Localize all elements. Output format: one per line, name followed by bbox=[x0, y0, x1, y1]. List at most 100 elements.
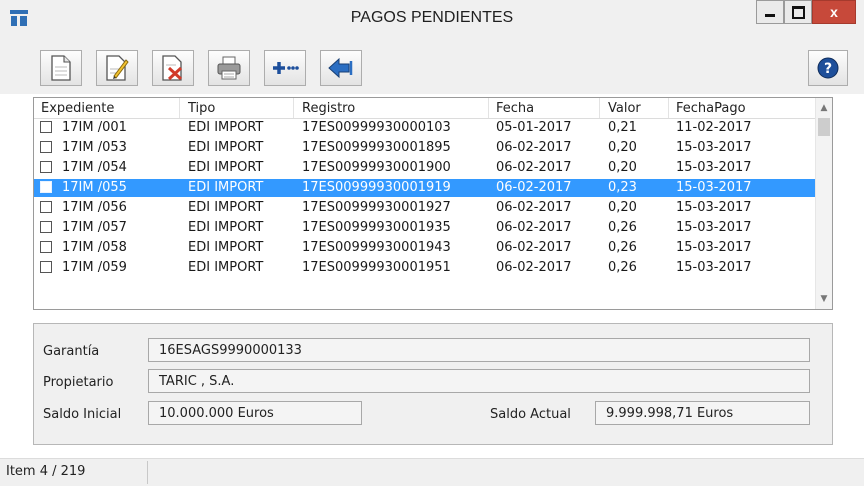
column-header-fechapago[interactable]: FechaPago bbox=[676, 101, 746, 116]
table-row[interactable]: 17IM /059 EDI IMPORT 17ES00999930001951 06-… bbox=[34, 259, 818, 277]
column-header-expediente[interactable]: Expediente bbox=[41, 101, 114, 116]
maximize-button[interactable] bbox=[784, 0, 812, 24]
window-title: PAGOS PENDIENTES bbox=[350, 9, 514, 26]
account-info-panel: Garantía 16ESAGS9990000133 Propietario T… bbox=[33, 323, 833, 445]
delete-document-icon bbox=[162, 55, 183, 81]
table-row[interactable]: 17IM /001 EDI IMPORT 17ES00999930000103 05-… bbox=[34, 119, 818, 137]
cell-valor: 0,20 bbox=[608, 140, 637, 155]
cell-fechapago: 15-03-2017 bbox=[676, 160, 752, 175]
cell-fechapago: 11-02-2017 bbox=[676, 120, 752, 135]
saldo-actual-field: 9.999.998,71 Euros bbox=[595, 401, 810, 425]
cell-registro: 17ES00999930001919 bbox=[302, 180, 451, 195]
garantia-field: 16ESAGS9990000133 bbox=[148, 338, 810, 362]
cell-fecha: 06-02-2017 bbox=[496, 220, 572, 235]
edit-button[interactable] bbox=[96, 50, 138, 86]
maximize-icon bbox=[791, 5, 805, 19]
row-checkbox[interactable] bbox=[40, 141, 52, 153]
cell-expediente: 17IM /054 bbox=[62, 160, 127, 175]
title-bar: PAGOS PENDIENTES x bbox=[0, 0, 864, 36]
more-options-icon bbox=[273, 62, 299, 74]
table-row[interactable]: 17IM /056 EDI IMPORT 17ES00999930001927 06-… bbox=[34, 199, 818, 217]
cell-fecha: 06-02-2017 bbox=[496, 200, 572, 215]
cell-tipo: EDI IMPORT bbox=[188, 200, 264, 215]
row-checkbox[interactable] bbox=[40, 161, 52, 173]
table-row[interactable]: 17IM /055 EDI IMPORT 17ES00999930001919 06-… bbox=[34, 179, 818, 197]
more-button[interactable] bbox=[264, 50, 306, 86]
scroll-up-icon[interactable]: ▲ bbox=[819, 103, 829, 113]
saldo-actual-label: Saldo Actual bbox=[490, 407, 571, 422]
cell-expediente: 17IM /057 bbox=[62, 220, 127, 235]
garantia-label: Garantía bbox=[43, 344, 100, 359]
cell-fechapago: 15-03-2017 bbox=[676, 140, 752, 155]
cell-fecha: 06-02-2017 bbox=[496, 180, 572, 195]
cell-tipo: EDI IMPORT bbox=[188, 220, 264, 235]
cell-registro: 17ES00999930001935 bbox=[302, 220, 451, 235]
propietario-label: Propietario bbox=[43, 375, 114, 390]
cell-tipo: EDI IMPORT bbox=[188, 260, 264, 275]
cell-tipo: EDI IMPORT bbox=[188, 180, 264, 195]
cell-fecha: 06-02-2017 bbox=[496, 260, 572, 275]
column-header-valor[interactable]: Valor bbox=[608, 101, 641, 116]
cell-tipo: EDI IMPORT bbox=[188, 120, 264, 135]
row-checkbox[interactable] bbox=[40, 221, 52, 233]
exit-arrow-icon bbox=[328, 57, 353, 79]
new-button[interactable] bbox=[40, 50, 82, 86]
row-checkbox[interactable] bbox=[40, 261, 52, 273]
printer-icon bbox=[217, 56, 241, 80]
saldo-inicial-field: 10.000.000 Euros bbox=[148, 401, 362, 425]
row-checkbox[interactable] bbox=[40, 201, 52, 213]
cell-valor: 0,23 bbox=[608, 180, 637, 195]
cell-expediente: 17IM /058 bbox=[62, 240, 127, 255]
cell-registro: 17ES00999930001895 bbox=[302, 140, 451, 155]
cell-registro: 17ES00999930000103 bbox=[302, 120, 451, 135]
close-icon: x bbox=[830, 4, 838, 20]
cell-expediente: 17IM /053 bbox=[62, 140, 127, 155]
cell-fecha: 06-02-2017 bbox=[496, 240, 572, 255]
propietario-field: TARIC , S.A. bbox=[148, 369, 810, 393]
cell-fecha: 06-02-2017 bbox=[496, 160, 572, 175]
print-button[interactable] bbox=[208, 50, 250, 86]
saldo-inicial-label: Saldo Inicial bbox=[43, 407, 122, 422]
cell-valor: 0,20 bbox=[608, 200, 637, 215]
cell-expediente: 17IM /001 bbox=[62, 120, 127, 135]
record-position: Item 4 / 219 bbox=[6, 464, 86, 479]
payments-grid[interactable]: Expediente Tipo Registro Fecha Valor Fec… bbox=[33, 97, 833, 310]
close-button[interactable]: x bbox=[812, 0, 856, 24]
new-document-icon bbox=[51, 55, 71, 81]
cell-registro: 17ES00999930001900 bbox=[302, 160, 451, 175]
scroll-down-icon[interactable]: ▼ bbox=[819, 294, 829, 304]
help-button[interactable]: ? bbox=[808, 50, 848, 86]
cell-expediente: 17IM /055 bbox=[62, 180, 127, 195]
cell-valor: 0,26 bbox=[608, 220, 637, 235]
grid-header: Expediente Tipo Registro Fecha Valor Fec… bbox=[34, 98, 832, 119]
minimize-button[interactable] bbox=[756, 0, 784, 24]
row-checkbox[interactable] bbox=[40, 241, 52, 253]
column-header-tipo[interactable]: Tipo bbox=[188, 101, 215, 116]
minimize-icon bbox=[765, 13, 775, 17]
cell-expediente: 17IM /056 bbox=[62, 200, 127, 215]
table-row[interactable]: 17IM /054 EDI IMPORT 17ES00999930001900 06-… bbox=[34, 159, 818, 177]
cell-valor: 0,26 bbox=[608, 260, 637, 275]
cell-valor: 0,21 bbox=[608, 120, 637, 135]
cell-tipo: EDI IMPORT bbox=[188, 140, 264, 155]
scroll-thumb[interactable] bbox=[818, 118, 830, 136]
table-row[interactable]: 17IM /057 EDI IMPORT 17ES00999930001935 06-… bbox=[34, 219, 818, 237]
cell-fechapago: 15-03-2017 bbox=[676, 260, 752, 275]
table-row[interactable]: 17IM /053 EDI IMPORT 17ES00999930001895 06-… bbox=[34, 139, 818, 157]
vertical-scrollbar[interactable]: ▲ ▼ bbox=[815, 98, 832, 309]
cell-fechapago: 15-03-2017 bbox=[676, 180, 752, 195]
exit-button[interactable] bbox=[320, 50, 362, 86]
row-checkbox[interactable] bbox=[40, 121, 52, 133]
help-icon: ? bbox=[817, 57, 839, 79]
cell-registro: 17ES00999930001951 bbox=[302, 260, 451, 275]
column-header-registro[interactable]: Registro bbox=[302, 101, 355, 116]
column-header-fecha[interactable]: Fecha bbox=[496, 101, 534, 116]
table-row[interactable]: 17IM /058 EDI IMPORT 17ES00999930001943 06-… bbox=[34, 239, 818, 257]
cell-valor: 0,26 bbox=[608, 240, 637, 255]
row-checkbox[interactable] bbox=[40, 181, 52, 193]
cell-expediente: 17IM /059 bbox=[62, 260, 127, 275]
svg-text:?: ? bbox=[824, 61, 832, 77]
cell-tipo: EDI IMPORT bbox=[188, 160, 264, 175]
delete-button[interactable] bbox=[152, 50, 194, 86]
cell-registro: 17ES00999930001943 bbox=[302, 240, 451, 255]
